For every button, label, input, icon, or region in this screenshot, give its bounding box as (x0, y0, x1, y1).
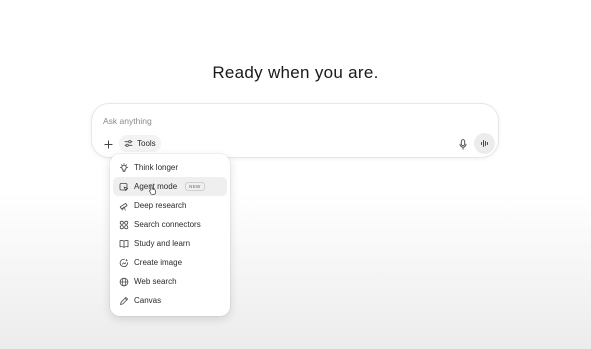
menu-item-label: Create image (134, 258, 183, 267)
menu-item-label: Search connectors (134, 220, 201, 229)
prompt-input[interactable] (103, 113, 433, 129)
tools-button[interactable]: Tools (119, 135, 161, 152)
mouse-pointer-icon (149, 184, 156, 195)
voice-mode-button[interactable] (474, 133, 495, 154)
menu-item-label: Think longer (134, 163, 179, 172)
menu-item-create-image[interactable]: Create image (113, 253, 227, 272)
tools-label: Tools (137, 139, 156, 148)
agent-icon (119, 182, 129, 192)
lightbulb-icon (119, 162, 129, 173)
menu-item-web-search[interactable]: Web search (113, 272, 227, 291)
waveform-icon (480, 140, 488, 147)
image-icon (119, 258, 129, 268)
connectors-icon (119, 220, 129, 230)
menu-item-study-and-learn[interactable]: Study and learn (113, 234, 227, 253)
new-badge: NEW (185, 182, 205, 191)
telescope-icon (119, 201, 129, 211)
sliders-icon (124, 140, 133, 147)
menu-item-label: Deep research (134, 201, 187, 210)
tools-menu: Think longer Agent mode NEW Deep researc… (110, 154, 230, 316)
add-attachment-button[interactable] (101, 137, 115, 151)
page-title: Ready when you are. (212, 63, 379, 82)
menu-item-label: Canvas (134, 296, 162, 305)
dictate-button[interactable] (457, 137, 469, 151)
microphone-icon (459, 138, 467, 150)
menu-item-label: Study and learn (134, 239, 191, 248)
pen-icon (119, 296, 129, 306)
menu-item-deep-research[interactable]: Deep research (113, 196, 227, 215)
globe-icon (119, 277, 129, 287)
menu-item-think-longer[interactable]: Think longer (113, 158, 227, 177)
plus-icon (103, 139, 113, 149)
menu-item-agent-mode[interactable]: Agent mode NEW (113, 177, 227, 196)
prompt-composer: Tools (91, 103, 499, 158)
menu-item-search-connectors[interactable]: Search connectors (113, 215, 227, 234)
book-icon (119, 239, 129, 249)
menu-item-label: Web search (134, 277, 177, 286)
menu-item-canvas[interactable]: Canvas (113, 291, 227, 310)
